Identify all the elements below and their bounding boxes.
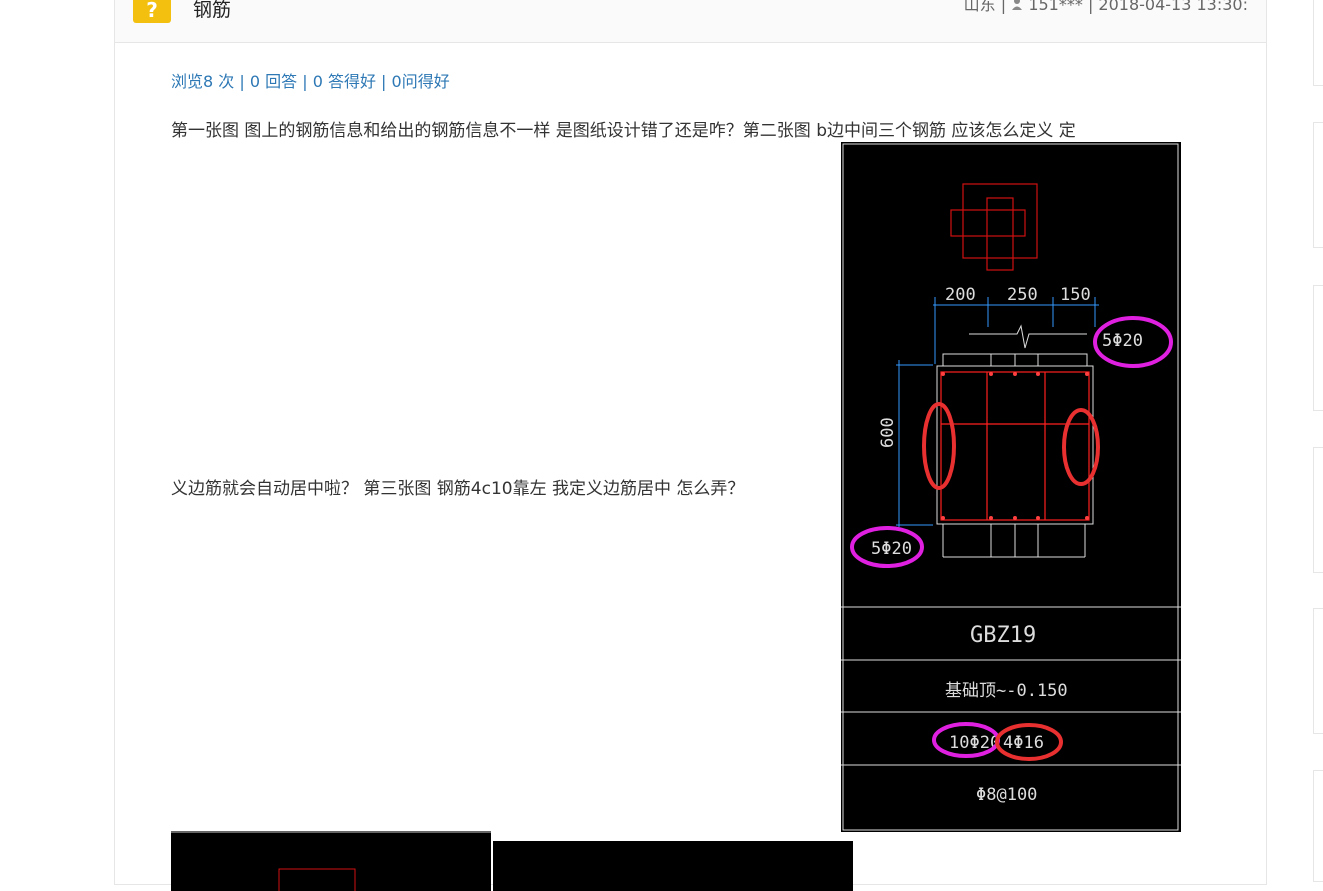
component-name: GBZ19	[970, 623, 1036, 648]
views-count: 浏览8 次	[171, 72, 235, 91]
user-name[interactable]: 151***	[1028, 0, 1083, 14]
separator: |	[375, 72, 392, 91]
separator: |	[297, 72, 313, 91]
question-meta: 山东 | 151*** | 2018-04-13 13:30:	[964, 0, 1248, 15]
side-panel-edge	[1313, 122, 1323, 248]
dim-200: 200	[945, 285, 976, 305]
top-bar-label: 5Φ20	[1102, 331, 1143, 351]
dim-600: 600	[878, 417, 898, 448]
bottom-bar-label: 5Φ20	[871, 539, 912, 559]
separator: |	[234, 72, 250, 91]
rebar-b: 4Φ16	[1003, 733, 1044, 753]
question-body-line-1: 第一张图 图上的钢筋信息和给出的钢筋信息不一样 是图纸设计错了还是咋？第二张图 …	[171, 121, 1076, 141]
stirrup: Φ8@100	[976, 785, 1037, 805]
question-icon: ?	[133, 0, 171, 23]
attachment-images[interactable]	[171, 831, 853, 891]
side-panel-edge	[1313, 285, 1323, 411]
answers-count[interactable]: 0 回答	[250, 72, 297, 91]
good-answers-count[interactable]: 0 答得好	[313, 72, 376, 91]
question-title[interactable]: 钢筋	[193, 0, 231, 22]
good-questions-count[interactable]: 0问得好	[392, 72, 450, 91]
question-stats: 浏览8 次 | 0 回答 | 0 答得好 | 0问得好	[171, 68, 450, 92]
dim-150: 150	[1060, 285, 1091, 305]
side-panel-edge	[1313, 0, 1323, 86]
side-panel-edge	[1313, 447, 1323, 573]
question-header: ? 钢筋 山东 | 151*** | 2018-04-13 13:30:	[115, 0, 1266, 43]
side-panel-edge	[1313, 770, 1323, 882]
post-time: | 2018-04-13 13:30:	[1082, 0, 1248, 14]
location-text: 山东 |	[963, 0, 1012, 14]
question-body-line-2: 义边筋就会自动居中啦？ 第三张图 钢筋4c10靠左 我定义边筋居中 怎么弄？	[171, 479, 745, 499]
user-icon	[1011, 0, 1028, 14]
side-panel-edge	[1313, 608, 1323, 734]
cad-drawing-image[interactable]: 200 250 150 600 5Φ20 5Φ20 GBZ19 基础顶~-0.1…	[841, 142, 1181, 832]
dim-250: 250	[1007, 285, 1038, 305]
elevation: 基础顶~-0.150	[945, 681, 1068, 701]
